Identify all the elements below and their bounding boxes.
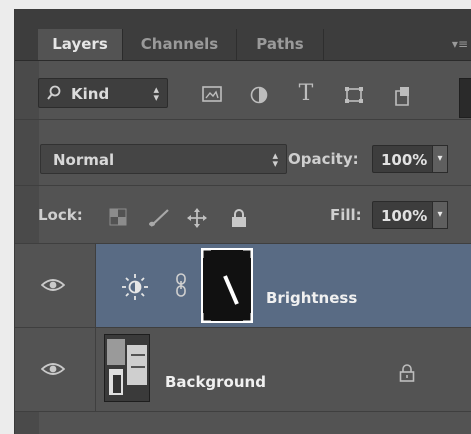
fill-field[interactable]: 100% ▾ [372,201,448,229]
search-icon [47,85,61,105]
shape-filter-icon[interactable] [343,86,365,106]
layer-name[interactable]: Brightness [266,289,357,307]
lock-position-icon[interactable] [187,208,209,228]
filter-kind-label: Kind [71,85,110,103]
lock-label: Lock: [38,206,83,224]
opacity-field[interactable]: 100% ▾ [372,145,448,173]
fill-value: 100% [381,207,428,225]
chevron-down-icon[interactable]: ▾ [432,201,448,229]
opacity-value: 100% [381,151,428,169]
layer-lock-icon[interactable] [399,364,415,386]
chevron-down-icon[interactable]: ▾ [432,145,448,173]
layer-row-background[interactable]: Background [15,328,471,411]
divider [15,185,471,186]
layer-name[interactable]: Background [165,373,266,391]
lock-all-icon[interactable] [230,208,252,228]
visibility-cell [15,244,96,327]
eye-icon[interactable] [40,277,66,297]
panel-tab-bar: Layers Channels Paths ▾≡ [15,9,471,61]
blend-mode-value: Normal [53,151,115,169]
panel-left-edge [15,412,39,434]
layer-image-thumbnail[interactable] [104,334,150,402]
fill-label: Fill: [330,206,362,224]
tab-channels[interactable]: Channels [123,29,237,60]
layer-row-brightness[interactable]: Brightness [15,244,471,327]
filter-toggle-button[interactable] [459,78,471,118]
chevron-updown-icon: ▴ ▾ [153,83,159,104]
chevron-updown-icon: ▴ ▾ [272,149,278,170]
filter-kind-select[interactable]: Kind ▴ ▾ [38,78,168,108]
layers-list-empty-area [15,412,471,434]
blend-mode-select[interactable]: Normal ▴ ▾ [40,144,287,174]
brightness-adjustment-icon [120,272,150,306]
divider [15,119,471,120]
window-frame-top [0,0,471,9]
window-frame-left [0,0,14,434]
type-filter-icon[interactable]: T [295,81,317,106]
adjustment-filter-icon[interactable] [248,86,270,106]
opacity-label: Opacity: [288,150,359,168]
layer-mask-thumbnail[interactable] [201,248,253,323]
visibility-cell [15,328,96,411]
smart-object-filter-icon[interactable] [391,86,413,106]
link-chain-icon[interactable] [174,272,188,302]
panel-menu-icon[interactable]: ▾≡ [452,37,468,51]
lock-transparent-pixels-icon[interactable] [109,208,131,228]
tab-paths[interactable]: Paths [237,29,324,60]
layers-panel: Layers Channels Paths ▾≡ Kind ▴ ▾ T Norma… [14,9,471,434]
tab-layers[interactable]: Layers [38,29,123,60]
image-filter-icon[interactable] [201,86,223,106]
eye-icon[interactable] [40,361,66,381]
lock-image-pixels-icon[interactable] [148,208,170,228]
